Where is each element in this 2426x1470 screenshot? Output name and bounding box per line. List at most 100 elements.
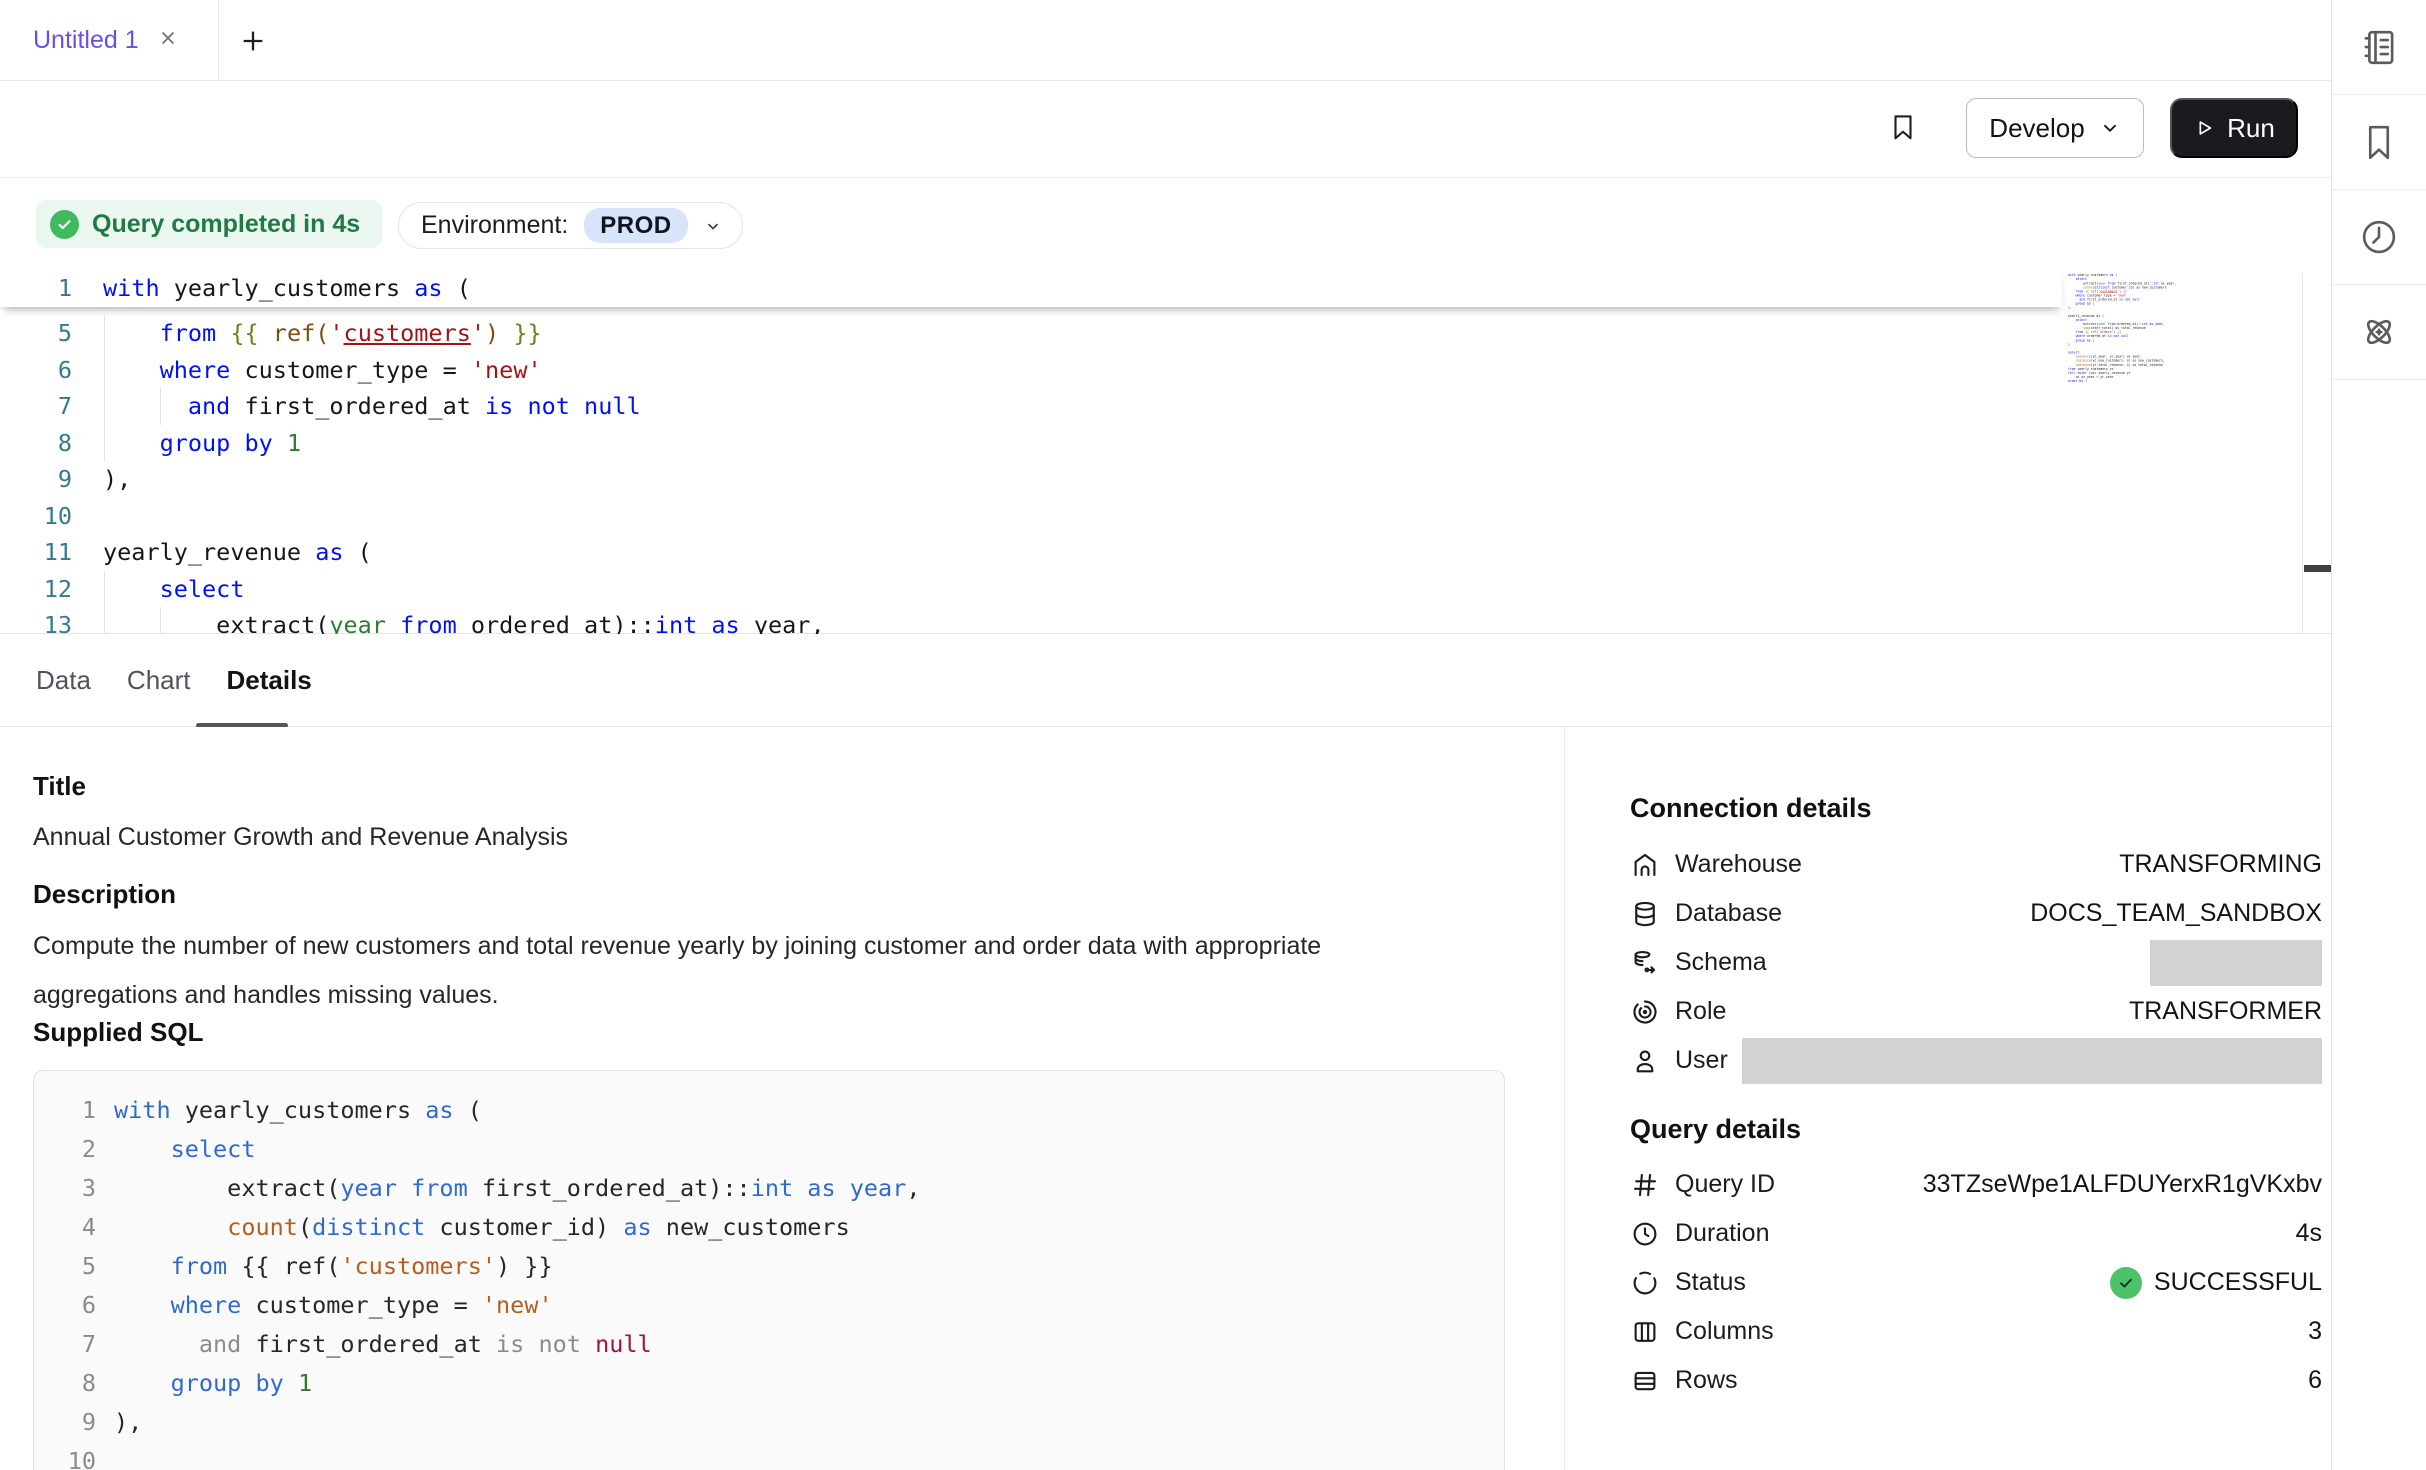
supplied-sql-line: 4 count(distinct customer_id) as new_cus… <box>34 1208 1504 1247</box>
sticky-line-code: with yearly_customers as ( <box>103 270 471 307</box>
bookmark-button[interactable] <box>1888 108 1920 150</box>
run-button[interactable]: Run <box>2170 98 2298 158</box>
hash-icon <box>1630 1170 1660 1200</box>
editor-minimap[interactable]: with yearly_customers as ( select extrac… <box>2068 273 2218 398</box>
redacted-value <box>2150 940 2322 986</box>
chevron-down-icon <box>2099 117 2121 139</box>
supplied-sql-line: 10 <box>34 1442 1504 1470</box>
detail-row-columns: Columns 3 <box>1630 1307 2322 1356</box>
query-status-text: Query completed in 4s <box>92 210 360 239</box>
sticky-line: 1 with yearly_customers as ( <box>0 270 2062 307</box>
detail-value: DOCS_TEAM_SANDBOX <box>2030 899 2322 928</box>
sidebar-item-bookmarks[interactable] <box>2332 95 2426 190</box>
detail-label: Role <box>1675 997 1726 1026</box>
supplied-sql-line: 6 where customer_type = 'new' <box>34 1286 1504 1325</box>
environment-label: Environment: <box>421 211 568 240</box>
bookmark-icon <box>1888 108 1918 146</box>
sidebar-item-history[interactable] <box>2332 190 2426 285</box>
clock-icon <box>1630 1219 1660 1249</box>
editor-line: 12 select <box>0 571 2062 608</box>
detail-row-database: DatabaseDOCS_TEAM_SANDBOX <box>1630 889 2322 938</box>
editor-line: 5 from {{ ref('customers') }} <box>0 315 2062 352</box>
detail-label: Status <box>1675 1268 1746 1297</box>
supplied-sql-line: 1with yearly_customers as ( <box>34 1091 1504 1130</box>
detail-row-status: Status SUCCESSFUL <box>1630 1258 2322 1307</box>
copilot-icon <box>2358 311 2400 353</box>
detail-value: 4s <box>2296 1219 2322 1248</box>
detail-label: User <box>1675 1046 1728 1075</box>
notebook-icon <box>2358 26 2400 68</box>
description-value: Compute the number of new customers and … <box>33 922 1433 1020</box>
supplied-sql-line: 3 extract(year from first_ordered_at)::i… <box>34 1169 1504 1208</box>
details-panel: Title Annual Customer Growth and Revenue… <box>0 727 2331 1470</box>
tab-chart[interactable]: Chart <box>127 665 191 696</box>
connection-details-heading: Connection details <box>1630 793 1872 824</box>
detail-label: Duration <box>1675 1219 1770 1248</box>
detail-row-user: User <box>1630 1036 2322 1085</box>
user-icon <box>1630 1046 1660 1076</box>
detail-row-query-id: Query ID 33TZseWpe1ALFDUYerxR1gVKxbv <box>1630 1160 2322 1209</box>
environment-selector[interactable]: Environment: PROD <box>398 202 743 249</box>
detail-value: 33TZseWpe1ALFDUYerxR1gVKxbv <box>1923 1170 2322 1199</box>
detail-label: Rows <box>1675 1366 1738 1395</box>
new-tab-button[interactable] <box>238 26 268 56</box>
detail-row-duration: Duration 4s <box>1630 1209 2322 1258</box>
success-check-icon <box>2110 1267 2142 1299</box>
detail-label: Schema <box>1675 948 1767 977</box>
editor-scrollbar[interactable] <box>2302 273 2331 633</box>
connection-details-rows: Warehouse TRANSFORMING DatabaseDOCS_TEAM_S… <box>1630 840 2322 1085</box>
detail-value: 3 <box>2308 1317 2322 1346</box>
run-label: Run <box>2227 113 2275 144</box>
sidebar-item-notebook[interactable] <box>2332 0 2426 95</box>
tab-title: Untitled 1 <box>33 26 139 55</box>
right-sidebar <box>2331 0 2426 1470</box>
columns-icon <box>1630 1317 1660 1347</box>
supplied-sql-line: 8 group by 1 <box>34 1364 1504 1403</box>
supplied-sql-heading: Supplied SQL <box>33 1017 203 1048</box>
warehouse-icon <box>1630 850 1660 880</box>
detail-value: SUCCESSFUL <box>2110 1267 2322 1299</box>
supplied-sql-block: 1with yearly_customers as (2 select3 ext… <box>33 1070 1505 1470</box>
play-icon <box>2193 117 2215 139</box>
detail-value: 6 <box>2308 1366 2322 1395</box>
sql-editor[interactable]: 1 with yearly_customers as ( 5 from {{ r… <box>0 270 2331 634</box>
query-details-rows: Query ID 33TZseWpe1ALFDUYerxR1gVKxbv Durat… <box>1630 1160 2322 1405</box>
query-details-heading: Query details <box>1630 1114 1801 1145</box>
tab-details[interactable]: Details <box>227 665 312 696</box>
redacted-value <box>1742 1038 2322 1084</box>
tab-untitled-1[interactable]: Untitled 1 <box>0 0 219 81</box>
panel-divider <box>1564 727 1565 1470</box>
editor-line: 8 group by 1 <box>0 425 2062 462</box>
role-icon <box>1630 997 1660 1027</box>
status-icon <box>1630 1268 1660 1298</box>
editor-line: 6 where customer_type = 'new' <box>0 352 2062 389</box>
sidebar-item-copilot[interactable] <box>2332 285 2426 380</box>
detail-row-schema: Schema <box>1630 938 2322 987</box>
supplied-sql-line: 9), <box>34 1403 1504 1442</box>
detail-row-role: Role TRANSFORMER <box>1630 987 2322 1036</box>
detail-row-warehouse: Warehouse TRANSFORMING <box>1630 840 2322 889</box>
scrollbar-thumb[interactable] <box>2304 565 2331 572</box>
editor-line: 7 and first_ordered_at is not null <box>0 388 2062 425</box>
detail-label: Warehouse <box>1675 850 1802 879</box>
title-value: Annual Customer Growth and Revenue Analy… <box>33 813 568 862</box>
supplied-sql-line: 5 from {{ ref('customers') }} <box>34 1247 1504 1286</box>
develop-dropdown[interactable]: Develop <box>1966 98 2144 158</box>
environment-value-pill: PROD <box>584 208 687 243</box>
close-icon[interactable] <box>157 27 179 54</box>
editor-line: 9), <box>0 461 2062 498</box>
detail-label: Columns <box>1675 1317 1774 1346</box>
database-icon <box>1630 899 1660 929</box>
rows-icon <box>1630 1366 1660 1396</box>
supplied-sql-line: 7 and first_ordered_at is not null <box>34 1325 1504 1364</box>
description-heading: Description <box>33 879 176 910</box>
sticky-line-number: 1 <box>0 270 72 307</box>
check-circle-icon <box>50 210 79 239</box>
detail-value: TRANSFORMING <box>2119 850 2322 879</box>
result-tabs: Data Chart Details <box>0 634 2331 727</box>
query-status-badge: Query completed in 4s <box>36 200 382 248</box>
right-panel: Connection details Warehouse TRANSFORMING… <box>1630 727 2322 1470</box>
tab-data[interactable]: Data <box>36 665 91 696</box>
detail-label: Query ID <box>1675 1170 1775 1199</box>
detail-value: TRANSFORMER <box>2129 997 2322 1026</box>
